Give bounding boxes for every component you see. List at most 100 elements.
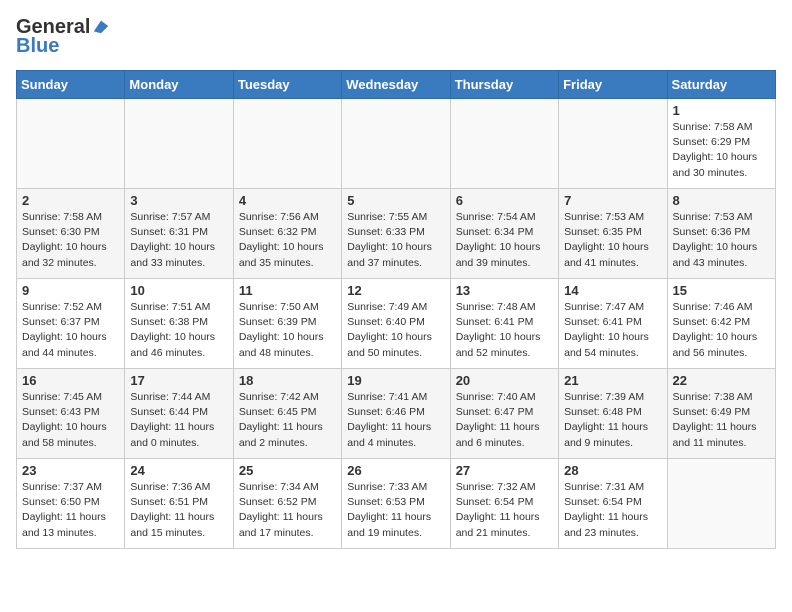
calendar-week-2: 2 Sunrise: 7:58 AM Sunset: 6:30 PM Daylig… [17, 189, 776, 279]
day-info: Sunrise: 7:57 AM Sunset: 6:31 PM Dayligh… [130, 210, 227, 271]
day-info: Sunrise: 7:48 AM Sunset: 6:41 PM Dayligh… [456, 300, 553, 361]
day-info: Sunrise: 7:42 AM Sunset: 6:45 PM Dayligh… [239, 390, 336, 451]
day-number: 26 [347, 463, 444, 478]
calendar-cell [667, 459, 775, 549]
day-number: 10 [130, 283, 227, 298]
day-number: 21 [564, 373, 661, 388]
calendar-cell: 25Sunrise: 7:34 AM Sunset: 6:52 PM Dayli… [233, 459, 341, 549]
day-info: Sunrise: 7:38 AM Sunset: 6:49 PM Dayligh… [673, 390, 770, 451]
day-info: Sunrise: 7:31 AM Sunset: 6:54 PM Dayligh… [564, 480, 661, 541]
calendar-table: SundayMondayTuesdayWednesdayThursdayFrid… [16, 70, 776, 549]
logo: General Blue [16, 16, 110, 58]
day-number: 20 [456, 373, 553, 388]
calendar-cell [17, 99, 125, 189]
weekday-header-wednesday: Wednesday [342, 71, 450, 99]
day-number: 25 [239, 463, 336, 478]
day-info: Sunrise: 7:37 AM Sunset: 6:50 PM Dayligh… [22, 480, 119, 541]
calendar-cell [342, 99, 450, 189]
calendar-cell [450, 99, 558, 189]
day-info: Sunrise: 7:46 AM Sunset: 6:42 PM Dayligh… [673, 300, 770, 361]
day-info: Sunrise: 7:41 AM Sunset: 6:46 PM Dayligh… [347, 390, 444, 451]
day-number: 24 [130, 463, 227, 478]
calendar-cell: 20 Sunrise: 7:40 AM Sunset: 6:47 PM Dayli… [450, 369, 558, 459]
day-info: Sunrise: 7:39 AM Sunset: 6:48 PM Dayligh… [564, 390, 661, 451]
calendar-cell: 17 Sunrise: 7:44 AM Sunset: 6:44 PM Dayli… [125, 369, 233, 459]
day-number: 7 [564, 193, 661, 208]
calendar-cell: 13 Sunrise: 7:48 AM Sunset: 6:41 PM Dayli… [450, 279, 558, 369]
day-info: Sunrise: 7:45 AM Sunset: 6:43 PM Dayligh… [22, 390, 119, 451]
weekday-header-row: SundayMondayTuesdayWednesdayThursdayFrid… [17, 71, 776, 99]
page-header: General Blue [16, 16, 776, 58]
day-number: 2 [22, 193, 119, 208]
weekday-header-sunday: Sunday [17, 71, 125, 99]
calendar-cell: 1 Sunrise: 7:58 AM Sunset: 6:29 PM Daylig… [667, 99, 775, 189]
calendar-cell [559, 99, 667, 189]
day-number: 19 [347, 373, 444, 388]
calendar-cell: 10Sunrise: 7:51 AM Sunset: 6:38 PM Dayli… [125, 279, 233, 369]
day-info: Sunrise: 7:58 AM Sunset: 6:29 PM Dayligh… [673, 120, 770, 181]
calendar-cell: 11 Sunrise: 7:50 AM Sunset: 6:39 PM Dayli… [233, 279, 341, 369]
day-info: Sunrise: 7:40 AM Sunset: 6:47 PM Dayligh… [456, 390, 553, 451]
day-info: Sunrise: 7:54 AM Sunset: 6:34 PM Dayligh… [456, 210, 553, 271]
calendar-cell: 3 Sunrise: 7:57 AM Sunset: 6:31 PM Daylig… [125, 189, 233, 279]
calendar-cell [125, 99, 233, 189]
calendar-cell: 2 Sunrise: 7:58 AM Sunset: 6:30 PM Daylig… [17, 189, 125, 279]
calendar-cell: 22Sunrise: 7:38 AM Sunset: 6:49 PM Dayli… [667, 369, 775, 459]
day-number: 14 [564, 283, 661, 298]
day-number: 16 [22, 373, 119, 388]
day-info: Sunrise: 7:33 AM Sunset: 6:53 PM Dayligh… [347, 480, 444, 541]
day-info: Sunrise: 7:36 AM Sunset: 6:51 PM Dayligh… [130, 480, 227, 541]
logo-icon [92, 17, 110, 35]
calendar-cell: 16 Sunrise: 7:45 AM Sunset: 6:43 PM Dayli… [17, 369, 125, 459]
day-info: Sunrise: 7:32 AM Sunset: 6:54 PM Dayligh… [456, 480, 553, 541]
day-number: 28 [564, 463, 661, 478]
day-info: Sunrise: 7:47 AM Sunset: 6:41 PM Dayligh… [564, 300, 661, 361]
day-info: Sunrise: 7:55 AM Sunset: 6:33 PM Dayligh… [347, 210, 444, 271]
calendar-cell: 8 Sunrise: 7:53 AM Sunset: 6:36 PM Daylig… [667, 189, 775, 279]
calendar-cell: 7 Sunrise: 7:53 AM Sunset: 6:35 PM Daylig… [559, 189, 667, 279]
day-number: 5 [347, 193, 444, 208]
calendar-cell: 18Sunrise: 7:42 AM Sunset: 6:45 PM Dayli… [233, 369, 341, 459]
calendar-cell: 19 Sunrise: 7:41 AM Sunset: 6:46 PM Dayli… [342, 369, 450, 459]
calendar-cell: 21 Sunrise: 7:39 AM Sunset: 6:48 PM Dayli… [559, 369, 667, 459]
weekday-header-tuesday: Tuesday [233, 71, 341, 99]
calendar-cell: 15 Sunrise: 7:46 AM Sunset: 6:42 PM Dayli… [667, 279, 775, 369]
day-info: Sunrise: 7:56 AM Sunset: 6:32 PM Dayligh… [239, 210, 336, 271]
weekday-header-monday: Monday [125, 71, 233, 99]
day-number: 13 [456, 283, 553, 298]
day-number: 8 [673, 193, 770, 208]
day-number: 3 [130, 193, 227, 208]
calendar-cell: 27 Sunrise: 7:32 AM Sunset: 6:54 PM Dayli… [450, 459, 558, 549]
calendar-cell: 12 Sunrise: 7:49 AM Sunset: 6:40 PM Dayli… [342, 279, 450, 369]
calendar-cell: 4 Sunrise: 7:56 AM Sunset: 6:32 PM Daylig… [233, 189, 341, 279]
day-info: Sunrise: 7:44 AM Sunset: 6:44 PM Dayligh… [130, 390, 227, 451]
calendar-cell: 5 Sunrise: 7:55 AM Sunset: 6:33 PM Daylig… [342, 189, 450, 279]
day-number: 17 [130, 373, 227, 388]
day-number: 9 [22, 283, 119, 298]
day-number: 12 [347, 283, 444, 298]
calendar-week-4: 16 Sunrise: 7:45 AM Sunset: 6:43 PM Dayli… [17, 369, 776, 459]
calendar-cell: 9 Sunrise: 7:52 AM Sunset: 6:37 PM Daylig… [17, 279, 125, 369]
day-info: Sunrise: 7:52 AM Sunset: 6:37 PM Dayligh… [22, 300, 119, 361]
day-info: Sunrise: 7:58 AM Sunset: 6:30 PM Dayligh… [22, 210, 119, 271]
day-info: Sunrise: 7:50 AM Sunset: 6:39 PM Dayligh… [239, 300, 336, 361]
calendar-week-3: 9 Sunrise: 7:52 AM Sunset: 6:37 PM Daylig… [17, 279, 776, 369]
calendar-cell: 6Sunrise: 7:54 AM Sunset: 6:34 PM Daylig… [450, 189, 558, 279]
calendar-week-1: 1 Sunrise: 7:58 AM Sunset: 6:29 PM Daylig… [17, 99, 776, 189]
calendar-cell: 14 Sunrise: 7:47 AM Sunset: 6:41 PM Dayli… [559, 279, 667, 369]
day-number: 23 [22, 463, 119, 478]
day-info: Sunrise: 7:53 AM Sunset: 6:36 PM Dayligh… [673, 210, 770, 271]
day-number: 1 [673, 103, 770, 118]
day-info: Sunrise: 7:53 AM Sunset: 6:35 PM Dayligh… [564, 210, 661, 271]
day-number: 4 [239, 193, 336, 208]
day-info: Sunrise: 7:49 AM Sunset: 6:40 PM Dayligh… [347, 300, 444, 361]
calendar-cell: 28 Sunrise: 7:31 AM Sunset: 6:54 PM Dayli… [559, 459, 667, 549]
day-number: 15 [673, 283, 770, 298]
calendar-week-5: 23 Sunrise: 7:37 AM Sunset: 6:50 PM Dayli… [17, 459, 776, 549]
weekday-header-saturday: Saturday [667, 71, 775, 99]
calendar-cell: 24 Sunrise: 7:36 AM Sunset: 6:51 PM Dayli… [125, 459, 233, 549]
day-number: 27 [456, 463, 553, 478]
calendar-cell: 26 Sunrise: 7:33 AM Sunset: 6:53 PM Dayli… [342, 459, 450, 549]
day-number: 11 [239, 283, 336, 298]
weekday-header-friday: Friday [559, 71, 667, 99]
